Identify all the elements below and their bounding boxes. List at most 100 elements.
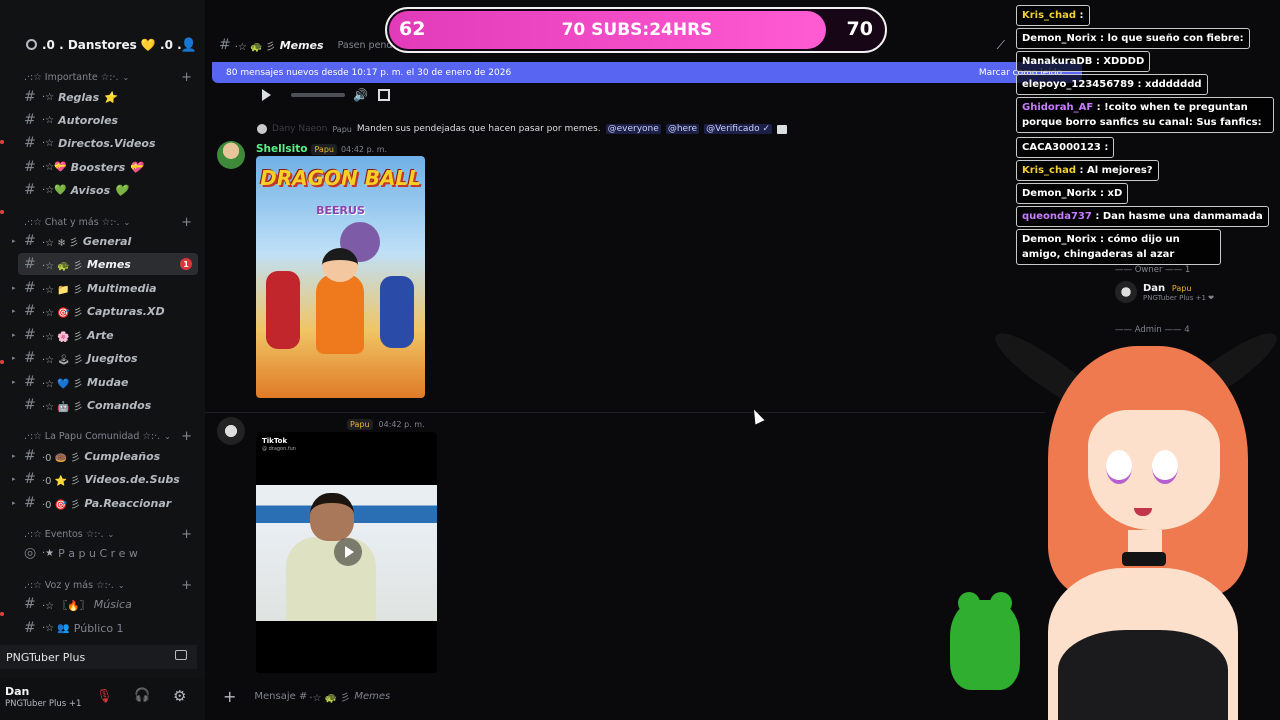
activity-bar[interactable]: PNGTuber Plus	[0, 645, 197, 669]
chat-user: Ghidorah_AF	[1022, 102, 1094, 113]
add-member-icon[interactable]: 👤	[181, 38, 197, 53]
channel-label: Boosters 💝	[70, 160, 143, 174]
channel-boosters[interactable]: # ·☆💝 Boosters 💝	[18, 156, 198, 178]
category-label: .·:☆ Chat y más ☆:·.	[24, 217, 120, 228]
user-name[interactable]: Dan	[5, 685, 29, 698]
chat-message: queonda737 : Dan hasme una danmamada	[1016, 206, 1269, 227]
chat-user: Kris_chad	[1022, 10, 1077, 21]
channel-publico[interactable]: # ·☆ 👥 Público 1	[18, 617, 198, 639]
play-button[interactable]	[334, 538, 362, 566]
add-channel-icon[interactable]: +	[181, 70, 192, 85]
tiktok-video-embed[interactable]: TikTok @ dragon.fun	[256, 432, 437, 673]
category-voz[interactable]: .·:☆ Voz y más ☆:·. ⌄ +	[24, 578, 194, 593]
channel-avisos[interactable]: # ·☆💚 Avisos 💚	[18, 179, 198, 201]
channel-label: Memes	[86, 257, 131, 271]
unread-indicator: ▸	[12, 475, 16, 483]
channel-deco: ·☆	[42, 137, 55, 149]
channel-autoroles[interactable]: # ·☆ Autoroles	[18, 109, 198, 131]
channel-label: Videos.de.Subs	[84, 472, 180, 486]
hash-icon: #	[24, 448, 36, 464]
channel-label: Comandos	[86, 398, 152, 412]
channel-deco: ·☆ 💙 彡	[42, 378, 83, 390]
category-importante[interactable]: .·:☆ Importante ☆:·. ⌄ +	[24, 70, 194, 85]
avatar[interactable]	[217, 141, 245, 169]
category-papu-comunidad[interactable]: .·:☆ La Papu Comunidad ☆:·. ⌄ +	[24, 429, 194, 444]
message-timestamp: 04:42 p. m.	[378, 420, 425, 429]
volume-icon[interactable]: 🔊	[353, 88, 368, 102]
channel-cumpleanos[interactable]: ▸ # ·0 🍩 彡 Cumpleaños	[12, 445, 198, 467]
channel-deco: ·☆	[42, 91, 55, 103]
channel-label: P a p u C r e w	[58, 546, 138, 560]
mention-everyone[interactable]: @everyone	[605, 124, 661, 134]
unread-indicator: ▸	[12, 452, 16, 460]
channel-papu-crew[interactable]: ◎ ·★ P a p u C r e w	[18, 542, 198, 564]
meme-image[interactable]: DRAGON BALL BEERUS	[256, 156, 425, 398]
channel-directos-videos[interactable]: # ·☆ Directos.Videos	[18, 132, 198, 154]
avatar-eye	[1106, 450, 1132, 484]
chevron-down-icon: ⌄	[122, 73, 130, 82]
channel-topic[interactable]: Pasen pend	[338, 40, 393, 51]
chevron-down-icon: ⌄	[117, 581, 125, 590]
message-composer[interactable]: + Mensaje # ·☆ 🐢 彡 Memes	[217, 684, 1037, 708]
composer-deco: ·☆ 🐢 彡	[309, 692, 351, 704]
mic-muted-icon[interactable]: 🎙	[96, 689, 113, 704]
avatar[interactable]	[217, 417, 245, 445]
chevron-down-icon: ⌄	[107, 530, 115, 539]
category-eventos[interactable]: .·:☆ Eventos ☆:·. ⌄ +	[24, 527, 194, 542]
reply-author: Dany Naeon	[272, 124, 328, 134]
message-header: Shellsito Papu 04:42 p. m.	[256, 143, 387, 155]
channel-musica[interactable]: # ·☆ 〖🔥〗 Música	[18, 593, 198, 615]
channel-deco: ·☆ 〖🔥〗	[42, 600, 90, 612]
channel-label: Pa.Reaccionar	[84, 496, 172, 510]
category-chat[interactable]: .·:☆ Chat y más ☆:·. ⌄ +	[24, 215, 194, 230]
channel-memes[interactable]: # ·☆ 🐢 彡 Memes 1	[18, 253, 198, 275]
add-channel-icon[interactable]: +	[181, 578, 192, 593]
channel-pa-reaccionar[interactable]: ▸ # ·0 🎯 彡 Pa.Reaccionar	[12, 492, 198, 514]
channel-capturas[interactable]: ▸ # ·☆ 🎯 彡 Capturas.XD	[12, 300, 198, 322]
hash-icon: #	[24, 397, 36, 413]
composer-placeholder: Mensaje #	[254, 690, 308, 702]
message-author[interactable]: Shellsito	[256, 143, 307, 155]
server-header[interactable]: .0 . Danstores 💛 .0 . 👤	[0, 30, 205, 60]
reply-reference[interactable]: Dany Naeon Papu Manden sus pendejadas qu…	[257, 124, 788, 134]
server-icon	[26, 39, 37, 50]
threads-icon[interactable]: ⟋	[997, 38, 1005, 53]
play-icon[interactable]	[262, 89, 271, 101]
add-channel-icon[interactable]: +	[181, 215, 192, 230]
chat-message: elepoyo_123456789 : xddddddd	[1016, 74, 1208, 95]
channel-juegitos[interactable]: ▸ # ·☆ 🕹 彡 Juegitos	[12, 347, 198, 369]
screen-share-icon[interactable]	[175, 650, 187, 660]
channel-mudae[interactable]: ▸ # ·☆ 💙 彡 Mudae	[12, 371, 198, 393]
unread-indicator: ▸	[12, 237, 16, 245]
channel-videos-de-subs[interactable]: ▸ # ·0 ⭐ 彡 Videos.de.Subs	[12, 468, 198, 490]
add-channel-icon[interactable]: +	[181, 429, 192, 444]
category-label: .·:☆ Importante ☆:·.	[24, 72, 119, 83]
audio-progress-bar[interactable]	[291, 93, 345, 97]
chat-user: NanakuraDB	[1022, 56, 1093, 67]
role-tag: Papu	[311, 143, 337, 155]
attach-button[interactable]: +	[223, 687, 236, 706]
unread-indicator: ▸	[12, 307, 16, 315]
figure	[266, 271, 300, 349]
headphones-icon[interactable]: 🎧	[134, 688, 150, 703]
new-messages-banner[interactable]: 80 mensajes nuevos desde 10:17 p. m. el …	[212, 62, 1082, 83]
channel-general[interactable]: ▸ # ·☆ ❄ 彡 General	[12, 230, 198, 252]
reply-text: Manden sus pendejadas que hacen pasar po…	[356, 124, 601, 134]
channel-reglas[interactable]: # ·☆ Reglas ⭐	[18, 86, 198, 108]
channel-deco: ·☆ 🎯 彡	[42, 307, 83, 319]
image-subtitle: BEERUS	[316, 204, 365, 217]
add-channel-icon[interactable]: +	[181, 527, 192, 542]
hash-icon: #	[24, 303, 36, 319]
channel-multimedia[interactable]: ▸ # ·☆ 📁 彡 Multimedia	[12, 277, 198, 299]
chat-message: Demon_Norix : cómo dijo un amigo, chinga…	[1016, 229, 1221, 265]
member-name: Dan	[1143, 282, 1166, 294]
mention-verificado[interactable]: @Verificado ✓	[704, 124, 773, 134]
category-label: .·:☆ Voz y más ☆:·.	[24, 580, 114, 591]
channel-comandos[interactable]: # ·☆ 🤖 彡 Comandos	[18, 394, 198, 416]
gear-icon[interactable]: ⚙	[173, 687, 186, 705]
channel-deco: ·0 ⭐ 彡	[42, 475, 81, 487]
fullscreen-icon[interactable]	[377, 89, 390, 101]
video-person	[286, 537, 376, 621]
mention-here[interactable]: @here	[665, 124, 700, 134]
channel-arte[interactable]: ▸ # ·☆ 🌸 彡 Arte	[12, 324, 198, 346]
